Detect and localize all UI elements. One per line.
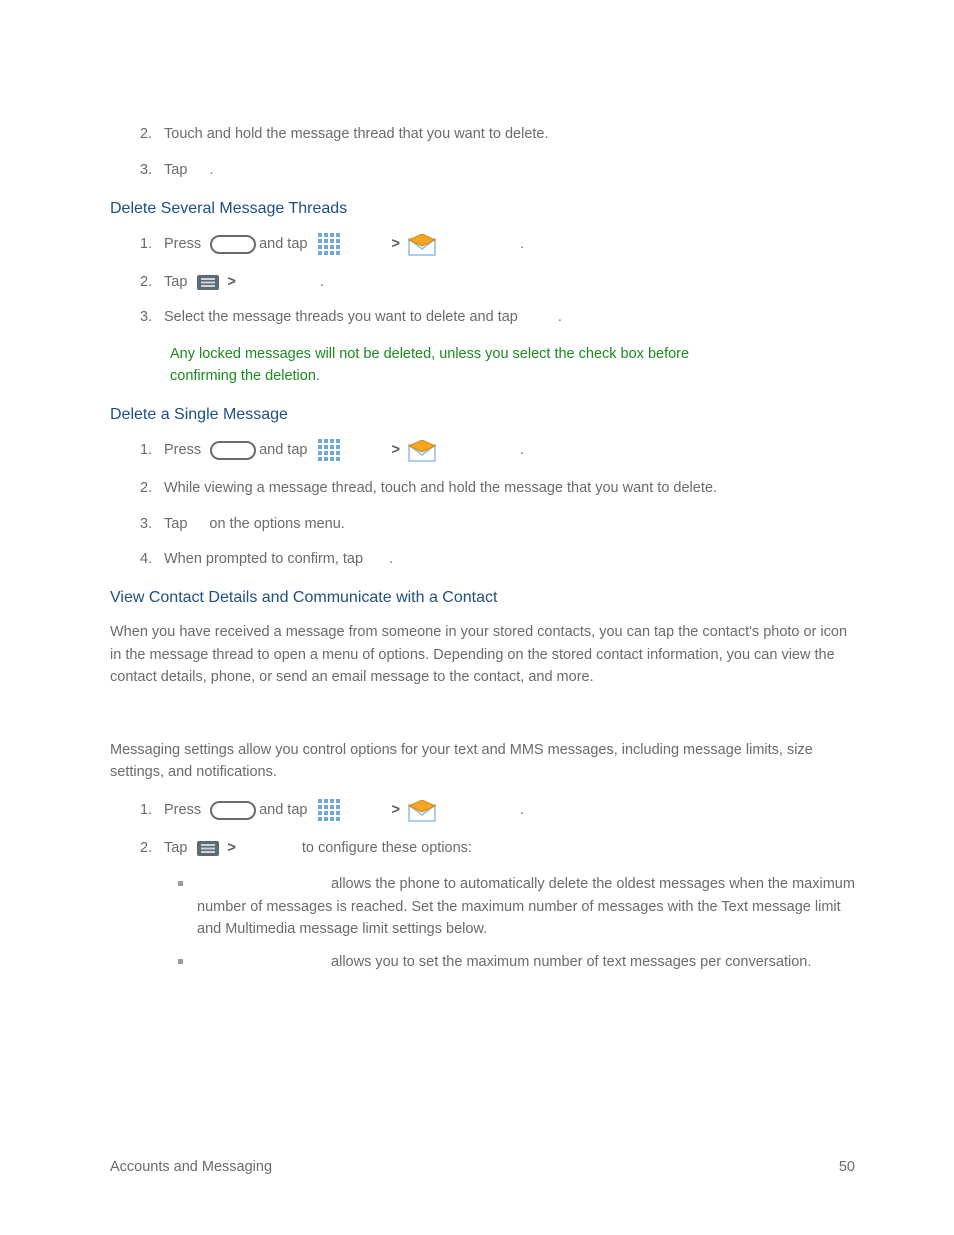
- step-text: Press: [164, 234, 201, 256]
- messaging-icon: [408, 440, 436, 462]
- punct: .: [209, 160, 213, 182]
- step-text: Press: [164, 440, 201, 462]
- heading-delete-single: Delete a Single Message: [110, 406, 855, 424]
- list-item: 2. Tap > to configure these options:: [140, 838, 855, 860]
- list-item: 1. Press and tap >: [140, 438, 855, 464]
- list-item: 2. Touch and hold the message thread tha…: [140, 124, 855, 146]
- settings-options: allows the phone to automatically delete…: [170, 873, 855, 973]
- list-item: 3. Tap .: [140, 160, 855, 182]
- apps-grid-icon: [317, 798, 343, 824]
- step-text: Tap: [164, 838, 187, 860]
- list-item: 3. Select the message threads you want t…: [140, 307, 855, 329]
- para-view-contact: When you have received a message from so…: [110, 621, 855, 688]
- footer-section-title: Accounts and Messaging: [110, 1159, 272, 1175]
- settings-steps: 1. Press and tap >: [140, 798, 855, 860]
- apps-grid-icon: [317, 232, 343, 258]
- punct: .: [520, 440, 524, 462]
- step-text: Select the message threads you want to d…: [164, 307, 518, 329]
- messaging-icon: [408, 800, 436, 822]
- step-number: 2.: [140, 272, 164, 294]
- punct: .: [558, 307, 562, 329]
- intro-steps: 2. Touch and hold the message thread tha…: [140, 124, 855, 182]
- chevron-right-icon: >: [391, 440, 399, 462]
- step-text: When prompted to confirm, tap: [164, 549, 363, 571]
- step-text: While viewing a message thread, touch an…: [164, 478, 855, 500]
- page-content: 2. Touch and hold the message thread tha…: [0, 0, 954, 1235]
- step-number: 3.: [140, 514, 164, 536]
- punct: .: [320, 272, 324, 294]
- step-text: Tap: [164, 160, 187, 182]
- step-text: Tap: [164, 272, 187, 294]
- delete-several-steps: 1. Press and tap >: [140, 232, 855, 330]
- list-item: allows you to set the maximum number of …: [170, 951, 855, 973]
- list-item: 1. Press and tap >: [140, 232, 855, 258]
- list-item: 4. When prompted to confirm, tap .: [140, 549, 855, 571]
- delete-single-steps: 1. Press and tap >: [140, 438, 855, 571]
- heading-view-contact: View Contact Details and Communicate wit…: [110, 589, 855, 607]
- note-locked-messages: Any locked messages will not be deleted,…: [170, 343, 855, 388]
- home-button-icon: [210, 801, 256, 820]
- option-text: allows you to set the maximum number of …: [331, 954, 811, 970]
- step-text: to configure these options:: [302, 838, 472, 860]
- bullet-square-icon: [178, 959, 183, 964]
- menu-icon: [197, 841, 219, 856]
- step-number: 3.: [140, 307, 164, 329]
- list-item: allows the phone to automatically delete…: [170, 873, 855, 940]
- list-item: 2. Tap > .: [140, 272, 855, 294]
- step-text: Touch and hold the message thread that y…: [164, 124, 855, 146]
- chevron-right-icon: >: [391, 234, 399, 256]
- footer-page-number: 50: [839, 1159, 855, 1175]
- menu-icon: [197, 275, 219, 290]
- step-number: 2.: [140, 478, 164, 500]
- step-number: 2.: [140, 838, 164, 860]
- step-text: Tap: [164, 514, 187, 536]
- list-item: 1. Press and tap >: [140, 798, 855, 824]
- step-number: 1.: [140, 234, 164, 256]
- step-text: and tap: [259, 800, 307, 822]
- step-number: 2.: [140, 124, 164, 146]
- messaging-icon: [408, 234, 436, 256]
- step-text: Press: [164, 800, 201, 822]
- home-button-icon: [210, 441, 256, 460]
- home-button-icon: [210, 235, 256, 254]
- punct: .: [520, 234, 524, 256]
- chevron-right-icon: >: [227, 838, 235, 860]
- page-footer: Accounts and Messaging 50: [110, 1159, 855, 1175]
- step-text: and tap: [259, 440, 307, 462]
- step-number: 3.: [140, 160, 164, 182]
- heading-delete-several: Delete Several Message Threads: [110, 200, 855, 218]
- step-text: on the options menu.: [209, 514, 344, 536]
- list-item: 3. Tap on the options menu.: [140, 514, 855, 536]
- list-item: 2. While viewing a message thread, touch…: [140, 478, 855, 500]
- option-text: allows the phone to automatically delete…: [197, 876, 855, 937]
- step-number: 1.: [140, 800, 164, 822]
- punct: .: [520, 800, 524, 822]
- bullet-square-icon: [178, 881, 183, 886]
- chevron-right-icon: >: [391, 800, 399, 822]
- step-text: and tap: [259, 234, 307, 256]
- step-number: 1.: [140, 440, 164, 462]
- apps-grid-icon: [317, 438, 343, 464]
- step-number: 4.: [140, 549, 164, 571]
- punct: .: [389, 549, 393, 571]
- chevron-right-icon: >: [227, 272, 235, 294]
- para-messaging-settings: Messaging settings allow you control opt…: [110, 739, 855, 784]
